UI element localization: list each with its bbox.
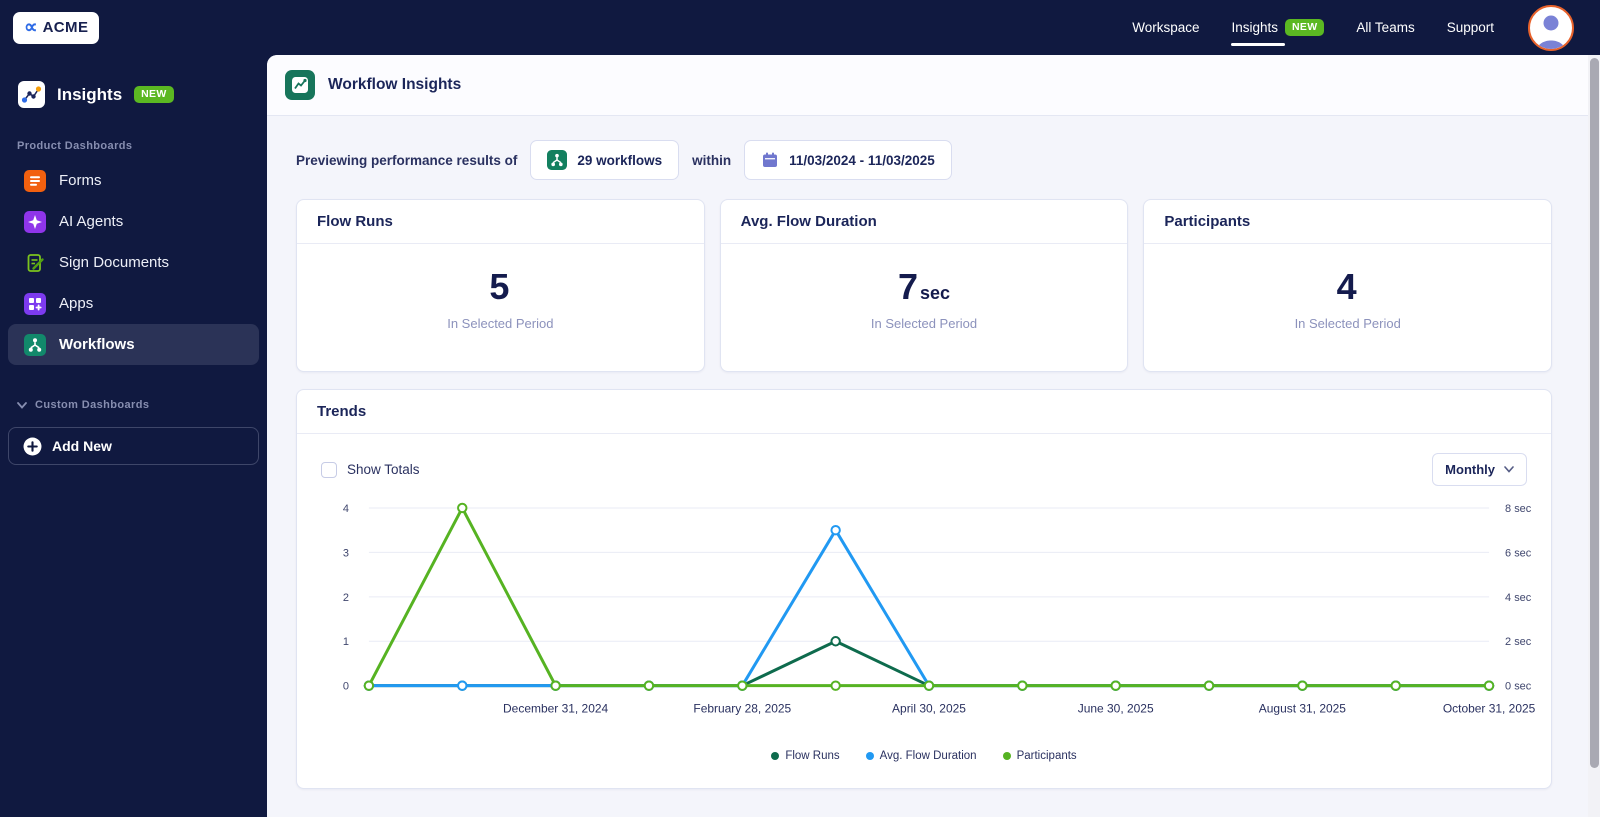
sidebar-title: Insights [57, 84, 123, 104]
nav-item-all-teams[interactable]: All Teams [1356, 20, 1414, 35]
svg-text:0 sec: 0 sec [1505, 681, 1532, 693]
svg-text:December 31, 2024: December 31, 2024 [503, 702, 608, 716]
ai-agents-icon [24, 210, 46, 233]
nav-item-insights[interactable]: Insights NEW [1231, 19, 1325, 46]
workflow-mini-icon [547, 150, 568, 170]
legend-dot [1002, 751, 1011, 760]
filter-row: Previewing performance results of 29 wor… [296, 140, 1552, 180]
custom-dashboards-toggle[interactable]: Custom Dashboards [17, 399, 267, 411]
section-label-product-dashboards: Product Dashboards [17, 140, 133, 152]
svg-text:June 30, 2025: June 30, 2025 [1078, 702, 1154, 716]
stat-caption: In Selected Period [447, 316, 554, 331]
svg-text:2 sec: 2 sec [1505, 636, 1532, 648]
acme-logo-icon: ∝ [24, 17, 38, 38]
sidebar: Insights NEW Product Dashboards Forms AI… [0, 55, 267, 817]
workflows-filter-button[interactable]: 29 workflows [530, 140, 680, 180]
svg-text:2: 2 [343, 592, 349, 604]
main-content: Workflow Insights Previewing performance… [267, 55, 1600, 817]
sidebar-item-ai-agents[interactable]: AI Agents [8, 201, 259, 242]
legend-dot [771, 751, 780, 760]
svg-text:0: 0 [343, 681, 349, 693]
insights-logo-icon [18, 81, 45, 108]
add-new-button[interactable]: Add New [8, 427, 259, 465]
legend-item-flow-runs: Flow Runs [771, 750, 840, 762]
active-tab-underline [1231, 43, 1286, 46]
stat-card-title: Participants [1144, 200, 1552, 244]
page-header: Workflow Insights [267, 55, 1600, 116]
trends-chart-area: 0 0 sec 1 2 sec 2 4 sec 3 6 sec 4 8 sec December 3… [297, 492, 1551, 746]
show-totals-label: Show Totals [347, 462, 420, 477]
svg-text:8 sec: 8 sec [1505, 503, 1532, 515]
calendar-icon [763, 152, 778, 167]
forms-icon [24, 169, 46, 192]
svg-text:August 31, 2025: August 31, 2025 [1259, 702, 1347, 716]
stat-value: 7 [897, 266, 918, 307]
stat-unit: sec [920, 283, 951, 303]
plus-circle-icon [23, 437, 42, 455]
trends-title: Trends [297, 390, 1551, 434]
topbar: ∝ ACME Workspace Insights NEW All Teams … [0, 0, 1600, 55]
sidebar-new-badge: NEW [134, 86, 174, 103]
stat-card-avg-flow-duration: Avg. Flow Duration 7 sec In Selected Per… [719, 199, 1129, 372]
scrollbar-thumb[interactable] [1589, 58, 1599, 768]
trends-card: Trends Show Totals Monthly 0 0 sec 1 2 sec 2… [296, 389, 1552, 789]
sign-documents-icon [27, 253, 44, 272]
stat-card-flow-runs: Flow Runs 5 In Selected Period [296, 199, 705, 372]
top-navigation: Workspace Insights NEW All Teams Support [1132, 4, 1574, 51]
stat-card-title: Avg. Flow Duration [720, 200, 1128, 244]
legend-item-participants: Participants [1002, 750, 1077, 762]
acme-logo[interactable]: ∝ ACME [13, 11, 100, 44]
within-text: within [692, 152, 732, 168]
sidebar-header: Insights NEW [18, 81, 267, 108]
date-range-button[interactable]: 11/03/2024 - 11/03/2025 [744, 140, 952, 180]
trends-chart: 0 0 sec 1 2 sec 2 4 sec 3 6 sec 4 8 sec December 3… [343, 502, 1535, 716]
sidebar-item-apps[interactable]: Apps [8, 283, 259, 324]
filter-prefix-text: Previewing performance results of [296, 152, 518, 168]
interval-select[interactable]: Monthly [1432, 453, 1527, 486]
acme-logo-text: ACME [42, 19, 89, 36]
svg-text:4 sec: 4 sec [1505, 592, 1532, 604]
person-icon [1537, 15, 1565, 49]
stat-caption: In Selected Period [870, 316, 978, 331]
chart-legend: Flow Runs Avg. Flow Duration Participant… [297, 750, 1551, 762]
svg-text:1: 1 [343, 636, 349, 648]
sidebar-item-forms[interactable]: Forms [8, 160, 259, 201]
apps-icon [24, 292, 46, 315]
stat-value: 4 [1336, 266, 1357, 307]
nav-item-support[interactable]: Support [1447, 20, 1494, 35]
page-title: Workflow Insights [328, 76, 462, 93]
chevron-down-icon [1504, 466, 1514, 473]
nav-item-workspace[interactable]: Workspace [1132, 20, 1199, 35]
svg-text:February 28, 2025: February 28, 2025 [693, 702, 791, 716]
svg-text:October 31, 2025: October 31, 2025 [1443, 702, 1535, 716]
legend-dot [865, 751, 874, 760]
show-totals-toggle[interactable]: Show Totals [321, 461, 420, 478]
user-avatar[interactable] [1528, 4, 1574, 51]
page-scrollbar[interactable] [1588, 55, 1600, 817]
sidebar-nav: Forms AI Agents Sign Documents Apps Work… [0, 160, 267, 365]
legend-item-avg-flow-duration: Avg. Flow Duration [865, 750, 977, 762]
svg-text:3: 3 [343, 547, 349, 559]
svg-text:6 sec: 6 sec [1505, 547, 1532, 559]
stat-caption: In Selected Period [1294, 316, 1401, 331]
stats-row: Flow Runs 5 In Selected Period Avg. Flow… [296, 199, 1553, 372]
chevron-down-icon [17, 401, 27, 409]
sidebar-item-sign-documents[interactable]: Sign Documents [8, 242, 259, 283]
stat-card-participants: Participants 4 In Selected Period [1143, 199, 1553, 372]
sidebar-item-workflows[interactable]: Workflows [8, 324, 259, 365]
workflows-icon [24, 333, 46, 356]
svg-text:4: 4 [343, 503, 349, 515]
interval-label: Monthly [1445, 462, 1495, 477]
stat-value: 5 [489, 266, 510, 307]
show-totals-checkbox[interactable] [321, 461, 337, 478]
new-badge: NEW [1285, 19, 1325, 36]
svg-text:April 30, 2025: April 30, 2025 [892, 702, 966, 716]
workflow-insights-icon [285, 70, 315, 100]
stat-card-title: Flow Runs [297, 200, 704, 244]
